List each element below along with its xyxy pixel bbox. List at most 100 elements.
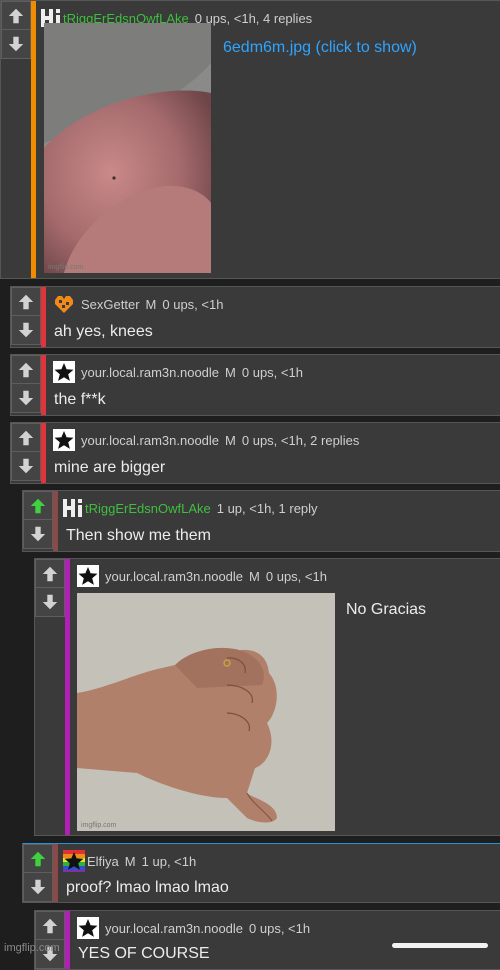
upvote-button[interactable] [35,559,65,588]
upvote-button[interactable] [1,1,31,30]
username-link[interactable]: your.local.ram3n.noodle [105,921,243,936]
comment-3: your.local.ram3n.noodle M 0 ups, <1h the… [10,354,500,416]
comment-meta: 0 ups, <1h [265,568,327,584]
downvote-button[interactable] [23,873,53,902]
downvote-button[interactable] [11,316,41,345]
avatar-star-icon[interactable] [77,917,99,939]
username-link[interactable]: SexGetter [81,297,140,312]
arrow-down-icon [17,457,35,475]
comment-2: SexGetter M 0 ups, <1h ah yes, knees [10,286,500,348]
arrow-up-icon [29,850,47,868]
downvote-button[interactable] [35,588,65,617]
arrow-up-icon [17,361,35,379]
avatar-rainbow-star-icon[interactable] [63,850,85,872]
arrow-down-icon [29,525,47,543]
comment-7: Elfiya M 1 up, <1h proof? lmao lmao lmao [22,843,500,903]
comment-text: No Gracias [346,601,427,618]
comment-meta: 1 up, <1h [141,853,197,869]
downvote-button[interactable] [23,520,53,549]
comment-text: the f**k [54,391,106,408]
arrow-down-icon [17,389,35,407]
upvote-button[interactable] [11,287,41,316]
username-link[interactable]: your.local.ram3n.noodle [105,569,243,584]
thread-bar [53,844,58,902]
vote-controls [1,1,31,59]
thread-bar [53,491,58,551]
vote-controls [35,911,65,969]
comment-4: your.local.ram3n.noodle M 0 ups, <1h, 2 … [10,422,500,484]
home-indicator[interactable] [392,943,488,948]
imgflip-watermark: imgflip.com [4,942,60,954]
comment-header: Elfiya M 1 up, <1h [63,847,196,875]
comment-header: your.local.ram3n.noodle M 0 ups, <1h, 2 … [53,426,359,454]
downvote-button[interactable] [1,30,31,59]
thumbs-down-photo[interactable]: imgflip.com [77,593,335,831]
username-link[interactable]: your.local.ram3n.noodle [81,365,219,380]
thread-bar [41,287,46,347]
photo-watermark: imgflip.com [48,264,84,271]
vote-controls [23,491,53,549]
arrow-up-icon [17,429,35,447]
avatar-star-icon[interactable] [77,565,99,587]
comment-meta: 0 ups, <1h [162,296,224,312]
comment-meta: 0 ups, <1h, 4 replies [194,10,313,26]
arrow-up-icon [41,917,59,935]
thread-bar [41,355,46,415]
comment-meta: 0 ups, <1h, 2 replies [241,432,360,448]
upvote-button[interactable] [35,911,65,940]
arrow-up-icon [29,497,47,515]
downvote-button[interactable] [11,384,41,413]
mobile-badge: M [225,432,236,448]
comment-text: Then show me them [66,527,211,544]
avatar-star-icon[interactable] [53,429,75,451]
comment-header: tRiggErEdsnOwfLAke 1 up, <1h, 1 reply [62,494,318,522]
comment-text: ah yes, knees [54,323,153,340]
mobile-badge: M [124,853,136,869]
thread-bar [65,911,70,969]
comment-5: tRiggErEdsnOwfLAke 1 up, <1h, 1 reply Th… [22,490,500,552]
vote-controls [11,355,41,413]
comment-text: YES OF COURSE [78,945,210,962]
mobile-badge: M [145,296,157,312]
comment-header: your.local.ram3n.noodle 0 ups, <1h [77,914,310,942]
mobile-badge: M [225,364,236,380]
comment-text: proof? lmao lmao lmao [66,879,229,896]
arrow-down-icon [17,321,35,339]
avatar-star-icon[interactable] [53,361,75,383]
vote-controls [35,559,65,617]
arrow-up-icon [41,565,59,583]
comment-1: tRiggErEdsnOwfLAke 0 ups, <1h, 4 replies… [0,0,500,279]
comment-meta: 0 ups, <1h [249,920,311,936]
comment-header: SexGetter M 0 ups, <1h [53,290,223,318]
avatar-hi-icon[interactable] [62,497,84,519]
upvote-button[interactable] [11,423,41,452]
comment-6: your.local.ram3n.noodle M 0 ups, <1h img… [34,558,500,836]
vote-controls [23,844,53,902]
comment-header: your.local.ram3n.noodle M 0 ups, <1h [77,562,327,590]
downvote-button[interactable] [11,452,41,481]
photo-watermark: imgflip.com [81,822,117,829]
comment-8: your.local.ram3n.noodle 0 ups, <1h YES O… [34,910,500,970]
avatar-heart-icon[interactable] [53,293,75,315]
mobile-badge: M [249,568,260,584]
username-link[interactable]: your.local.ram3n.noodle [81,433,219,448]
comment-meta: 0 ups, <1h [241,364,303,380]
username-link[interactable]: Elfiya [87,854,119,869]
username-link[interactable]: tRiggErEdsnOwfLAke [85,501,211,516]
upvote-button[interactable] [11,355,41,384]
comment-meta: 1 up, <1h, 1 reply [216,500,318,516]
vote-controls [11,287,41,345]
arrow-up-icon [17,293,35,311]
arrow-up-icon [7,7,25,25]
arrow-down-icon [29,878,47,896]
arrow-down-icon [41,593,59,611]
comment-header: your.local.ram3n.noodle M 0 ups, <1h [53,358,303,386]
knee-photo[interactable]: imgflip.com [44,23,211,273]
upvote-button[interactable] [23,491,53,520]
thread-bar [31,1,36,278]
upvote-button[interactable] [23,844,53,873]
vote-controls [11,423,41,481]
thread-screen: { "colors": { "orange_bar": "#f08c00", "… [0,0,500,970]
comment-text: mine are bigger [54,459,166,476]
image-link[interactable]: 6edm6m.jpg (click to show) [223,39,417,57]
